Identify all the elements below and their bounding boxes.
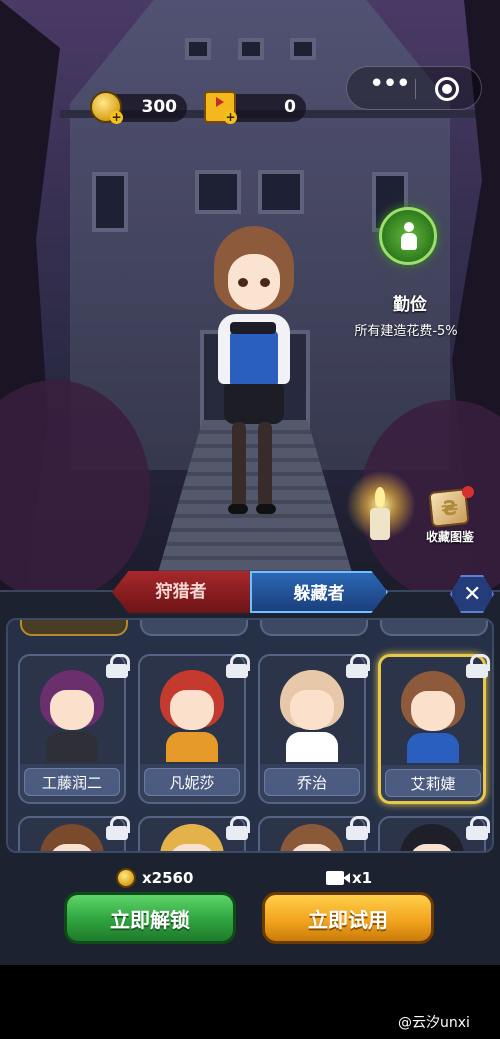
card-partial-previous-row[interactable] <box>260 620 368 636</box>
video-camera-icon <box>326 871 350 885</box>
mansion-window <box>238 38 264 60</box>
close-target-icon[interactable] <box>435 77 459 101</box>
more-dots-icon[interactable]: ••• <box>365 71 413 101</box>
mansion-window <box>290 38 316 60</box>
lock-icon <box>226 654 250 678</box>
lock-icon <box>346 816 370 840</box>
mansion-window <box>258 170 304 214</box>
video-ticket-add-icon[interactable]: + <box>204 91 237 124</box>
lock-icon <box>226 816 250 840</box>
mansion-window <box>92 172 128 232</box>
character-portrait <box>278 670 346 762</box>
skill-description: 所有建造花费-5% <box>354 324 458 339</box>
card-partial-previous-row[interactable] <box>140 620 248 636</box>
coin-add-icon[interactable]: + <box>90 91 123 124</box>
tab-hider[interactable]: 躲藏者 <box>250 571 388 613</box>
unlock-price: x2560 <box>142 869 194 887</box>
mansion-window <box>185 38 211 60</box>
character-portrait <box>278 824 346 851</box>
unlock-now-button[interactable]: 立即解锁 <box>64 892 236 944</box>
character-portrait <box>399 671 467 763</box>
lock-icon <box>106 654 130 678</box>
character-preview-aliye <box>208 226 300 536</box>
watermark: @云汐unxi <box>398 1015 470 1031</box>
capsule-divider <box>415 79 416 99</box>
lock-icon <box>106 816 130 840</box>
character-portrait <box>158 670 226 762</box>
tab-hunter[interactable]: 狩猎者 <box>112 571 250 613</box>
character-portrait <box>38 824 106 851</box>
close-icon: ✕ <box>463 582 482 607</box>
character-portrait <box>158 824 226 851</box>
lock-icon <box>466 654 490 678</box>
candle-flame <box>375 487 385 507</box>
video-amount: 0 <box>284 97 296 117</box>
video-counter[interactable]: + 0 <box>204 91 306 124</box>
character-name: 艾莉婕 <box>385 769 481 797</box>
collection-label[interactable]: 收藏图鉴 <box>420 528 480 545</box>
character-portrait <box>398 824 466 851</box>
character-name: 乔治 <box>264 768 360 796</box>
coin-amount: 300 <box>141 97 178 117</box>
character-name: 凡妮莎 <box>144 768 240 796</box>
lock-icon <box>466 816 490 840</box>
skill-name: 勤俭 <box>393 295 427 315</box>
coin-icon <box>116 868 136 888</box>
character-portrait <box>38 670 106 762</box>
character-name: 工藤润二 <box>24 768 120 796</box>
character-grid: 工藤润二 凡妮莎 乔治 艾莉婕 <box>6 618 494 853</box>
role-tabs: 狩猎者 躲藏者 <box>112 571 388 613</box>
try-now-button[interactable]: 立即试用 <box>262 892 434 944</box>
frugal-skill-icon[interactable] <box>379 207 437 265</box>
candle <box>370 508 390 540</box>
card-partial-previous-row[interactable] <box>20 620 128 636</box>
mini-program-capsule: ••• <box>346 66 482 110</box>
mansion-window <box>195 170 241 214</box>
trial-cost: x1 <box>352 869 373 887</box>
card-partial-previous-row[interactable] <box>380 620 488 636</box>
coin-counter[interactable]: + 300 <box>90 91 187 124</box>
lock-icon <box>346 654 370 678</box>
